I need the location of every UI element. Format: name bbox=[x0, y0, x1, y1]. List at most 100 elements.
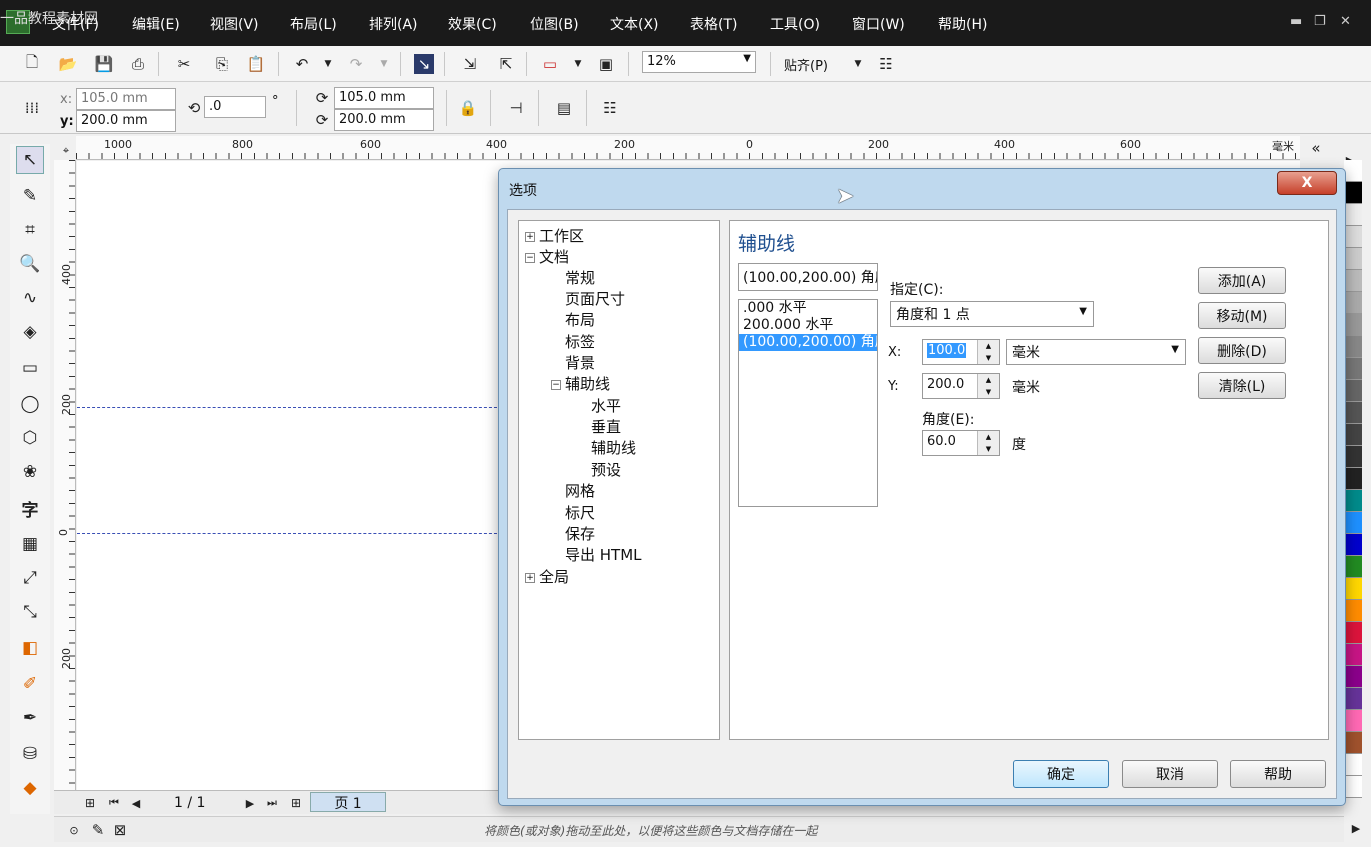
page-tab[interactable]: 页 1 bbox=[310, 792, 386, 812]
tree-item-rulers[interactable]: 标尺 bbox=[565, 502, 595, 523]
tree-item-vertical[interactable]: 垂直 bbox=[591, 416, 621, 437]
palette-swatch[interactable] bbox=[1344, 424, 1362, 446]
spinner-icon[interactable]: ▲ ▼ bbox=[977, 340, 999, 364]
tree-item-workspace[interactable]: + 工作区 bbox=[525, 225, 584, 246]
palette-swatch[interactable] bbox=[1344, 314, 1362, 336]
menu-effects[interactable]: 效果(C) bbox=[448, 14, 497, 34]
tree-item-save[interactable]: 保存 bbox=[565, 523, 595, 544]
palette-swatch[interactable] bbox=[1344, 182, 1362, 204]
tree-item-export-html[interactable]: 导出 HTML bbox=[565, 544, 642, 565]
palette-swatch[interactable] bbox=[1344, 534, 1362, 556]
last-page-icon[interactable]: ⏭ bbox=[262, 793, 282, 813]
menu-arrange[interactable]: 排列(A) bbox=[369, 14, 418, 34]
undo-icon[interactable]: ↶ bbox=[292, 54, 312, 74]
y-coordinate-field[interactable]: 200.0 ▲ ▼ bbox=[922, 373, 1000, 399]
add-page-before-icon[interactable]: ⊞ bbox=[80, 793, 100, 813]
tree-item-background[interactable]: 背景 bbox=[565, 352, 595, 373]
menu-layout[interactable]: 布局(L) bbox=[290, 14, 337, 34]
status-scroll-icon[interactable]: ▶ bbox=[1346, 818, 1366, 838]
open-icon[interactable]: 📂 bbox=[58, 54, 78, 74]
tree-item-layout[interactable]: 布局 bbox=[565, 309, 595, 330]
angle-field[interactable]: 60.0 ▲ ▼ bbox=[922, 430, 1000, 456]
tree-item-label[interactable]: 标签 bbox=[565, 331, 595, 352]
menu-table[interactable]: 表格(T) bbox=[690, 14, 737, 34]
save-icon[interactable]: 💾 bbox=[94, 54, 114, 74]
options-icon[interactable]: ☷ bbox=[876, 54, 896, 74]
palette-swatch[interactable] bbox=[1344, 402, 1362, 424]
width-field[interactable]: 105.0 mm bbox=[334, 87, 434, 109]
list-item[interactable]: 200.000 水平 bbox=[739, 317, 877, 334]
connector-tool-icon[interactable]: ⤡ bbox=[16, 598, 44, 626]
menu-window[interactable]: 窗口(W) bbox=[852, 14, 905, 34]
tree-item-horizontal[interactable]: 水平 bbox=[591, 395, 621, 416]
add-page-after-icon[interactable]: ⊞ bbox=[286, 793, 306, 813]
menu-bitmaps[interactable]: 位图(B) bbox=[530, 14, 579, 34]
first-page-icon[interactable]: ⏮ bbox=[104, 793, 124, 813]
eyedropper-tool-icon[interactable]: ✐ bbox=[16, 670, 44, 698]
object-origin-icon[interactable]: ⁞⁞⁞ bbox=[22, 98, 42, 118]
palette-swatch[interactable] bbox=[1344, 578, 1362, 600]
play-icon[interactable]: ⊙ bbox=[64, 820, 84, 840]
tree-item-guidelines-sub[interactable]: 辅助线 bbox=[591, 437, 636, 458]
search-content-icon[interactable]: ↘ bbox=[414, 54, 434, 74]
close-window-icon[interactable]: ✕ bbox=[1340, 14, 1351, 29]
fill-tool-icon[interactable]: ⛁ bbox=[16, 740, 44, 768]
new-document-icon[interactable]: 🗋 bbox=[22, 53, 42, 74]
ruler-origin-icon[interactable]: ⌖ bbox=[56, 141, 76, 161]
help-button[interactable]: 帮助 bbox=[1230, 760, 1326, 788]
palette-swatch[interactable] bbox=[1344, 556, 1362, 578]
cancel-button[interactable]: 取消 bbox=[1122, 760, 1218, 788]
palette-swatch[interactable] bbox=[1344, 622, 1362, 644]
ok-button[interactable]: 确定 bbox=[1013, 760, 1109, 788]
polygon-tool-icon[interactable]: ⬡ bbox=[16, 424, 44, 452]
zoom-level-select[interactable]: 12% ▼ bbox=[642, 51, 756, 73]
menu-text[interactable]: 文本(X) bbox=[610, 14, 659, 34]
palette-swatch[interactable] bbox=[1344, 644, 1362, 666]
list-item-selected[interactable]: (100.00,200.00) 角度 bbox=[739, 334, 877, 351]
dimension-tool-icon[interactable]: ⤢ bbox=[16, 564, 44, 592]
guide-position-icon[interactable]: ⊣ bbox=[506, 98, 526, 118]
horizontal-guideline[interactable] bbox=[77, 407, 507, 408]
collapse-icon[interactable]: − bbox=[525, 252, 535, 263]
outline-tool-icon[interactable]: ✒ bbox=[16, 704, 44, 732]
print-icon[interactable]: ⎙ bbox=[128, 54, 148, 74]
no-color-icon[interactable]: ⊠ bbox=[110, 820, 130, 840]
palette-swatch[interactable] bbox=[1344, 226, 1362, 248]
interactive-fill-tool-icon[interactable]: ◆ bbox=[16, 774, 44, 802]
import-icon[interactable]: ⇲ bbox=[460, 54, 480, 74]
palette-swatch[interactable] bbox=[1344, 204, 1362, 226]
shape-tool-icon[interactable]: ✎ bbox=[16, 182, 44, 210]
welcome-screen-icon[interactable]: ▣ bbox=[596, 54, 616, 74]
color-palette[interactable] bbox=[1344, 160, 1362, 810]
delete-button[interactable]: 删除(D) bbox=[1198, 337, 1286, 364]
x-position-field[interactable]: 105.0 mm bbox=[76, 88, 176, 110]
previous-page-icon[interactable]: ◀ bbox=[126, 793, 146, 813]
palette-swatch[interactable] bbox=[1344, 336, 1362, 358]
palette-swatch[interactable] bbox=[1344, 600, 1362, 622]
y-position-field[interactable]: 200.0 mm bbox=[76, 110, 176, 132]
guideline-list[interactable]: .000 水平 200.000 水平 (100.00,200.00) 角度 bbox=[738, 299, 878, 507]
undo-dropdown-icon[interactable]: ▼ bbox=[318, 54, 338, 74]
rectangle-tool-icon[interactable]: ▭ bbox=[16, 354, 44, 382]
guideline-entry-field[interactable]: (100.00,200.00) 角度 bbox=[738, 263, 878, 291]
tree-item-general[interactable]: 常规 bbox=[565, 267, 595, 288]
table-tool-icon[interactable]: ▦ bbox=[16, 530, 44, 558]
palette-swatch[interactable] bbox=[1344, 380, 1362, 402]
tree-item-guidelines[interactable]: − 辅助线 bbox=[551, 373, 610, 394]
list-item[interactable]: .000 水平 bbox=[739, 300, 877, 317]
launcher-dropdown-icon[interactable]: ▼ bbox=[568, 54, 588, 74]
blend-tool-icon[interactable]: ◧ bbox=[16, 634, 44, 662]
restore-icon[interactable]: ❐ bbox=[1314, 14, 1326, 29]
menu-tools[interactable]: 工具(O) bbox=[770, 14, 820, 34]
spinner-icon[interactable]: ▲ ▼ bbox=[977, 374, 999, 398]
palette-swatch[interactable] bbox=[1344, 754, 1362, 776]
palette-swatch[interactable] bbox=[1344, 468, 1362, 490]
cut-icon[interactable]: ✂ bbox=[174, 54, 194, 74]
application-launcher-icon[interactable]: ▭ bbox=[540, 54, 560, 74]
freehand-tool-icon[interactable]: ∿ bbox=[16, 284, 44, 312]
dialog-close-button[interactable]: X bbox=[1277, 171, 1337, 195]
basic-shapes-tool-icon[interactable]: ❀ bbox=[16, 458, 44, 486]
horizontal-guideline[interactable] bbox=[77, 533, 507, 534]
expand-icon[interactable]: + bbox=[525, 231, 535, 242]
redo-dropdown-icon[interactable]: ▼ bbox=[374, 54, 394, 74]
